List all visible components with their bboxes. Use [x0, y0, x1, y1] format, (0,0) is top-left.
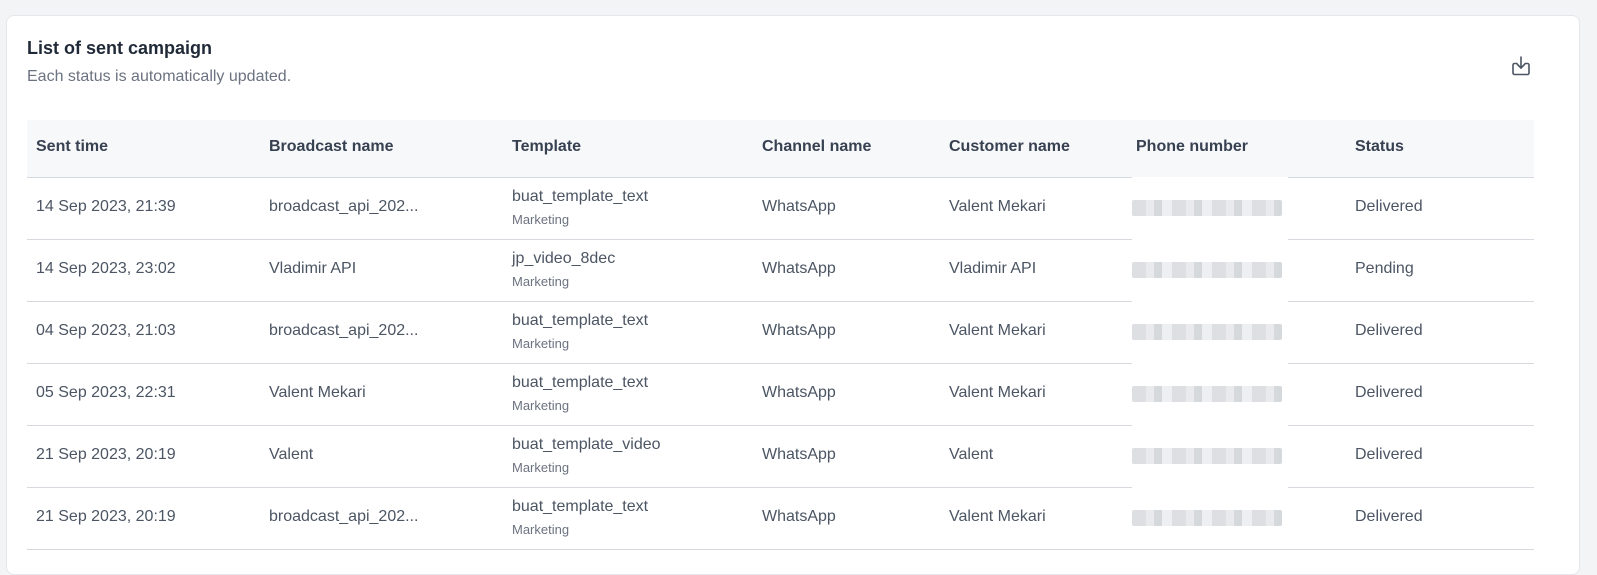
- column-header-sent-time[interactable]: Sent time: [36, 138, 108, 156]
- broadcast-name-cell: broadcast_api_202...: [269, 198, 419, 215]
- template-category-label: Marketing: [512, 336, 570, 351]
- template-category-label: Marketing: [512, 398, 570, 413]
- broadcast-name-cell: Vladimir API: [269, 260, 357, 277]
- channel-name-cell: WhatsApp: [762, 322, 836, 339]
- phone-number-redacted: [1132, 363, 1288, 425]
- redaction-blur: [1132, 448, 1282, 464]
- campaign-card: List of sent campaign Each status is aut…: [6, 15, 1580, 575]
- phone-number-redacted: [1132, 487, 1288, 549]
- table-row[interactable]: 21 Sep 2023, 20:19 Valent WhatsApp Valent De…: [27, 425, 1534, 488]
- column-header-channel-name[interactable]: Channel name: [762, 138, 871, 156]
- sent-time-cell: 14 Sep 2023, 21:39: [36, 198, 176, 215]
- redaction-blur: [1132, 386, 1282, 402]
- redaction-blur: [1132, 200, 1282, 216]
- template-category-label: Marketing: [512, 274, 570, 289]
- sent-time-cell: 14 Sep 2023, 23:02: [36, 260, 176, 277]
- download-button[interactable]: [1505, 50, 1537, 82]
- campaign-table: Sent time Broadcast name Template Channe…: [27, 120, 1534, 550]
- status-cell: Delivered: [1355, 384, 1423, 401]
- status-cell: Delivered: [1355, 198, 1423, 215]
- sent-time-cell: 21 Sep 2023, 20:19: [36, 508, 176, 525]
- table-header: Sent time Broadcast name Template Channe…: [27, 120, 1534, 178]
- sent-time-cell: 05 Sep 2023, 22:31: [36, 384, 176, 401]
- card-subtitle: Each status is automatically updated.: [27, 68, 292, 85]
- column-header-broadcast-name[interactable]: Broadcast name: [269, 138, 394, 156]
- template-category-label: Marketing: [512, 522, 570, 537]
- phone-number-redacted: [1132, 239, 1288, 301]
- card-title: List of sent campaign: [27, 38, 213, 58]
- template-category-label: Marketing: [512, 212, 570, 227]
- template-name-cell: buat_template_text: [512, 374, 649, 391]
- template-name-cell: buat_template_text: [512, 188, 649, 205]
- channel-name-cell: WhatsApp: [762, 198, 836, 215]
- broadcast-name-cell: Valent: [269, 446, 314, 463]
- redaction-blur: [1132, 262, 1282, 278]
- sent-time-cell: 04 Sep 2023, 21:03: [36, 322, 176, 339]
- status-cell: Pending: [1355, 260, 1414, 277]
- column-header-template[interactable]: Template: [512, 138, 581, 156]
- column-header-phone-number[interactable]: Phone number: [1136, 138, 1248, 156]
- column-header-customer-name[interactable]: Customer name: [949, 138, 1070, 156]
- phone-number-redacted: [1132, 177, 1288, 239]
- status-cell: Delivered: [1355, 508, 1423, 525]
- broadcast-name-cell: Valent Mekari: [269, 384, 366, 401]
- broadcast-name-cell: broadcast_api_202...: [269, 322, 419, 339]
- customer-name-cell: Valent Mekari: [949, 198, 1046, 215]
- template-category-label: Marketing: [512, 460, 570, 475]
- table-row[interactable]: 05 Sep 2023, 22:31 Valent Mekari WhatsApp V…: [27, 363, 1534, 426]
- template-name-cell: jp_video_8dec: [512, 250, 616, 267]
- table-row[interactable]: 04 Sep 2023, 21:03 broadcast_api_202... Wh…: [27, 301, 1534, 364]
- download-icon: [1512, 56, 1530, 76]
- redaction-blur: [1132, 324, 1282, 340]
- status-cell: Delivered: [1355, 446, 1423, 463]
- table-row[interactable]: 14 Sep 2023, 21:39 broadcast_api_202... Wh…: [27, 177, 1534, 240]
- redaction-blur: [1132, 510, 1282, 526]
- phone-number-redacted: [1132, 301, 1288, 363]
- status-cell: Delivered: [1355, 322, 1423, 339]
- sent-time-cell: 21 Sep 2023, 20:19: [36, 446, 176, 463]
- template-name-cell: buat_template_text: [512, 312, 649, 329]
- customer-name-cell: Vladimir API: [949, 260, 1037, 277]
- template-name-cell: buat_template_video: [512, 436, 661, 453]
- table-row[interactable]: 21 Sep 2023, 20:19 broadcast_api_202... Wh…: [27, 487, 1534, 550]
- channel-name-cell: WhatsApp: [762, 446, 836, 463]
- phone-number-redacted: [1132, 425, 1288, 487]
- customer-name-cell: Valent Mekari: [949, 508, 1046, 525]
- channel-name-cell: WhatsApp: [762, 260, 836, 277]
- channel-name-cell: WhatsApp: [762, 384, 836, 401]
- table-body: 14 Sep 2023, 21:39 broadcast_api_202... Wh…: [27, 177, 1534, 550]
- customer-name-cell: Valent Mekari: [949, 322, 1046, 339]
- customer-name-cell: Valent: [949, 446, 994, 463]
- customer-name-cell: Valent Mekari: [949, 384, 1046, 401]
- channel-name-cell: WhatsApp: [762, 508, 836, 525]
- table-row[interactable]: 14 Sep 2023, 23:02 Vladimir API WhatsApp Vl…: [27, 239, 1534, 302]
- broadcast-name-cell: broadcast_api_202...: [269, 508, 419, 525]
- template-name-cell: buat_template_text: [512, 498, 649, 515]
- column-header-status[interactable]: Status: [1355, 138, 1404, 156]
